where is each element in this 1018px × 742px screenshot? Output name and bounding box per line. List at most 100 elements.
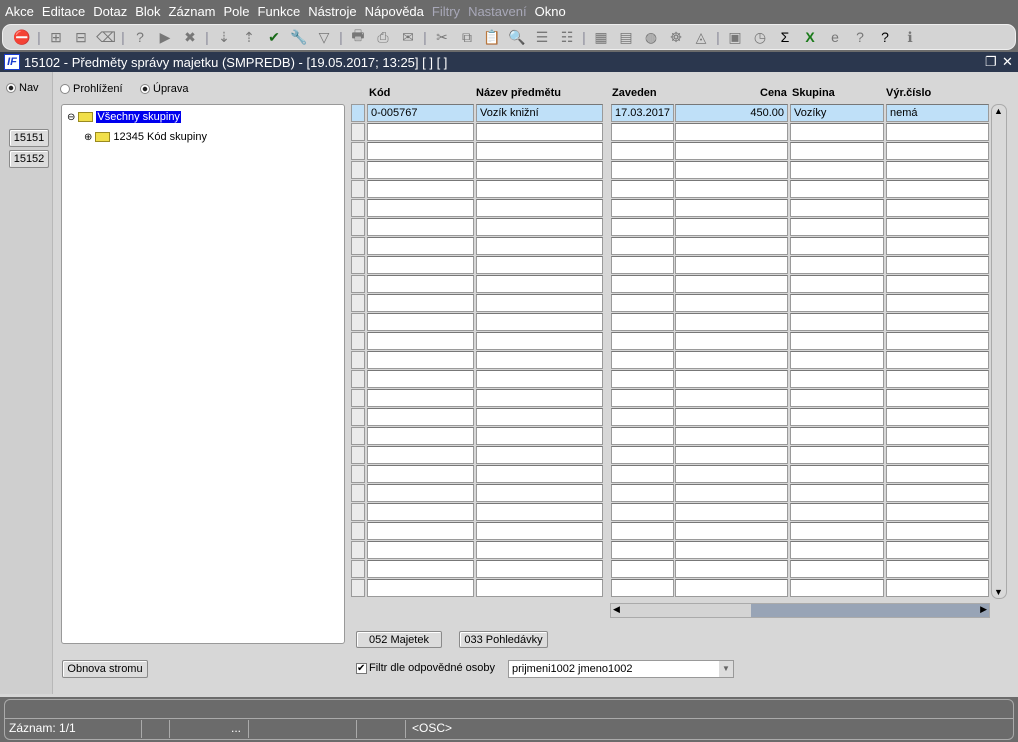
row-selector[interactable] bbox=[351, 123, 365, 141]
grid-cell[interactable] bbox=[367, 180, 474, 198]
grid-cell[interactable] bbox=[611, 579, 674, 597]
row-selector[interactable] bbox=[351, 579, 365, 597]
grid-cell[interactable] bbox=[476, 389, 603, 407]
grid-cell[interactable] bbox=[675, 332, 788, 350]
grid-cell[interactable] bbox=[790, 541, 884, 559]
grid-cell[interactable] bbox=[886, 180, 989, 198]
grid-cell[interactable] bbox=[611, 313, 674, 331]
pohledavky-button[interactable]: 033 Pohledávky bbox=[459, 631, 548, 648]
grid-cell[interactable] bbox=[790, 560, 884, 578]
grid-cell[interactable] bbox=[790, 427, 884, 445]
grid-cell[interactable] bbox=[886, 465, 989, 483]
menu-8[interactable]: Nápověda bbox=[365, 4, 424, 19]
grid-cell[interactable] bbox=[611, 161, 674, 179]
grid-cell[interactable] bbox=[476, 446, 603, 464]
menu-0[interactable]: Akce bbox=[5, 4, 34, 19]
row-selector[interactable] bbox=[351, 351, 365, 369]
menu-1[interactable]: Editace bbox=[42, 4, 85, 19]
grid-cell[interactable] bbox=[886, 427, 989, 445]
grid-cell[interactable] bbox=[611, 123, 674, 141]
grid-cell[interactable] bbox=[886, 408, 989, 426]
execute-query-icon[interactable]: ▶ bbox=[154, 27, 176, 47]
grid-cell[interactable] bbox=[675, 294, 788, 312]
grid-cell[interactable] bbox=[611, 408, 674, 426]
grid-cell[interactable]: 17.03.2017 bbox=[611, 104, 674, 122]
button-15151[interactable]: 15151 bbox=[9, 129, 49, 147]
chart-icon[interactable]: ▣ bbox=[724, 27, 746, 47]
checkbox-checked-icon[interactable]: ✔ bbox=[356, 662, 367, 674]
grid-cell[interactable] bbox=[367, 256, 474, 274]
cut-icon[interactable]: ✂ bbox=[431, 27, 453, 47]
grid-cell[interactable] bbox=[886, 161, 989, 179]
grid-cell[interactable] bbox=[611, 142, 674, 160]
menu-11[interactable]: Okno bbox=[535, 4, 566, 19]
row-selector[interactable] bbox=[351, 484, 365, 502]
grid-cell[interactable] bbox=[886, 294, 989, 312]
grid-cell[interactable] bbox=[611, 465, 674, 483]
sigma-icon[interactable]: Σ bbox=[774, 27, 796, 47]
row-selector[interactable] bbox=[351, 294, 365, 312]
wrench-icon[interactable]: 🔧 bbox=[288, 27, 310, 47]
grid-cell[interactable] bbox=[790, 313, 884, 331]
grid-cell[interactable] bbox=[476, 579, 603, 597]
grid-cell[interactable] bbox=[675, 427, 788, 445]
grid-cell[interactable] bbox=[886, 332, 989, 350]
restore-icon[interactable]: ❐ bbox=[985, 54, 997, 70]
row-selector[interactable] bbox=[351, 237, 365, 255]
row-selector[interactable] bbox=[351, 218, 365, 236]
grid-cell[interactable] bbox=[611, 560, 674, 578]
grid-cell[interactable] bbox=[611, 522, 674, 540]
grid-cell[interactable] bbox=[675, 180, 788, 198]
grid-cell[interactable] bbox=[886, 123, 989, 141]
grid-cell[interactable] bbox=[367, 370, 474, 388]
insert-record-icon[interactable]: ⊞ bbox=[45, 27, 67, 47]
grid-cell[interactable] bbox=[476, 332, 603, 350]
grid-cell[interactable] bbox=[611, 541, 674, 559]
nav-radio[interactable]: Nav bbox=[6, 82, 39, 94]
grid-cell[interactable] bbox=[886, 313, 989, 331]
grid-cell[interactable] bbox=[611, 180, 674, 198]
filter-icon[interactable]: ▽ bbox=[313, 27, 335, 47]
grid-cell[interactable] bbox=[790, 123, 884, 141]
grid-cell[interactable] bbox=[675, 275, 788, 293]
grid-cell[interactable] bbox=[886, 484, 989, 502]
enter-query-icon[interactable]: ? bbox=[129, 27, 151, 47]
grid-cell[interactable] bbox=[476, 408, 603, 426]
grid-cell[interactable] bbox=[675, 522, 788, 540]
help-query-icon[interactable]: ? bbox=[849, 27, 871, 47]
grid-cell[interactable] bbox=[675, 579, 788, 597]
grid-cell[interactable] bbox=[367, 579, 474, 597]
grid-cell[interactable] bbox=[675, 256, 788, 274]
grid-cell[interactable] bbox=[886, 522, 989, 540]
row-selector[interactable] bbox=[351, 370, 365, 388]
grid-cell[interactable] bbox=[790, 161, 884, 179]
grid-cell[interactable] bbox=[611, 351, 674, 369]
tree-node-root[interactable]: ⊖ Všechny skupiny bbox=[67, 110, 182, 124]
grid-cell[interactable] bbox=[367, 484, 474, 502]
grid-cell[interactable] bbox=[675, 503, 788, 521]
clear-record-icon[interactable]: ⌫ bbox=[95, 27, 117, 47]
row-selector[interactable] bbox=[351, 332, 365, 350]
menu-6[interactable]: Funkce bbox=[258, 4, 301, 19]
grid-cell[interactable] bbox=[476, 180, 603, 198]
scroll-left-icon[interactable]: ◀ bbox=[613, 604, 620, 615]
grid-cell[interactable] bbox=[886, 389, 989, 407]
grid-cell[interactable] bbox=[790, 142, 884, 160]
grid-cell[interactable] bbox=[367, 313, 474, 331]
grid-cell[interactable] bbox=[367, 294, 474, 312]
cancel-query-icon[interactable]: ✖ bbox=[179, 27, 201, 47]
grid-cell[interactable] bbox=[476, 427, 603, 445]
grid-cell[interactable] bbox=[476, 560, 603, 578]
grid-cell[interactable] bbox=[611, 199, 674, 217]
grid-cell[interactable] bbox=[790, 408, 884, 426]
grid-cell[interactable] bbox=[611, 427, 674, 445]
copy-icon[interactable]: ⧉ bbox=[456, 27, 478, 47]
indent-icon[interactable]: ☰ bbox=[531, 27, 553, 47]
grid-cell[interactable] bbox=[675, 484, 788, 502]
grid-cell[interactable] bbox=[367, 560, 474, 578]
grid-cell[interactable] bbox=[790, 256, 884, 274]
row-selector[interactable] bbox=[351, 180, 365, 198]
grid-cell[interactable] bbox=[675, 446, 788, 464]
grid-cell[interactable]: nemá bbox=[886, 104, 989, 122]
refresh-tree-button[interactable]: Obnova stromu bbox=[62, 660, 148, 678]
